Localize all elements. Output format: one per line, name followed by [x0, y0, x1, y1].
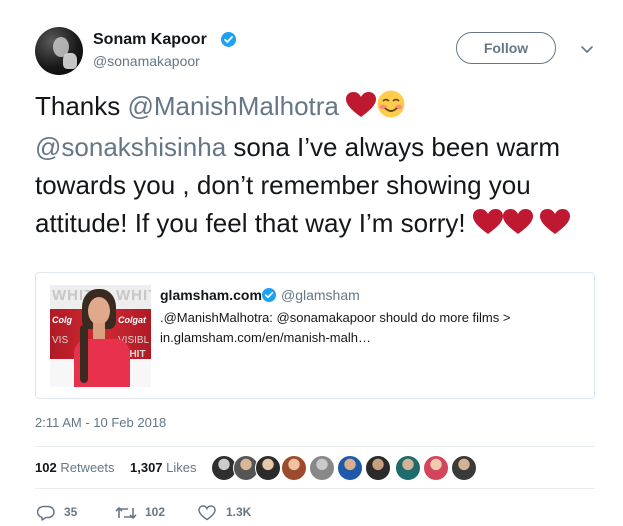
chevron-down-icon[interactable]: [580, 42, 594, 54]
liker-avatar[interactable]: [423, 455, 449, 481]
reply-icon[interactable]: [36, 505, 55, 521]
reply-count[interactable]: 35: [64, 505, 77, 519]
tweet-text: Thanks @ManishMalhotra @sonakshisinha so…: [35, 87, 595, 245]
divider: [35, 446, 595, 447]
tweet-text-thanks: Thanks: [35, 91, 128, 121]
card-display-name[interactable]: glamsham.com: [160, 287, 262, 303]
liker-avatars: [211, 455, 481, 481]
likes-count: 1,307: [130, 460, 163, 475]
liker-avatar[interactable]: [451, 455, 477, 481]
liker-avatar[interactable]: [255, 455, 281, 481]
liker-avatar[interactable]: [395, 455, 421, 481]
retweets-label: Retweets: [60, 460, 115, 475]
red-heart-emoji-icon: [540, 207, 571, 245]
retweets-count: 102: [35, 460, 57, 475]
retweets-stat[interactable]: 102 Retweets: [35, 460, 115, 475]
follow-button[interactable]: Follow: [456, 32, 556, 64]
like-count[interactable]: 1.3K: [226, 505, 251, 519]
card-thumbnail-image: WHITE WHITE Colg Colgat VIS VISIBL WHIT: [50, 285, 151, 387]
likes-label: Likes: [166, 460, 197, 475]
retweet-icon[interactable]: [115, 505, 137, 521]
red-heart-emoji-icon: [346, 90, 377, 128]
thumbnail-text: WHITE: [116, 287, 151, 304]
tweet-timestamp[interactable]: 2:11 AM - 10 Feb 2018: [35, 415, 166, 430]
liker-avatar[interactable]: [337, 455, 363, 481]
mention-link-manishmalhotra[interactable]: @ManishMalhotra: [128, 91, 339, 121]
liker-avatar[interactable]: [281, 455, 307, 481]
liker-avatar[interactable]: [309, 455, 335, 481]
user-handle[interactable]: @sonamakapoor: [93, 53, 200, 69]
display-name[interactable]: Sonam Kapoor: [93, 31, 207, 49]
like-icon[interactable]: [198, 505, 216, 521]
red-heart-emoji-icon: [502, 207, 533, 245]
smiling-face-emoji-icon: [376, 90, 406, 128]
verified-badge-icon: [262, 288, 276, 302]
profile-avatar[interactable]: [35, 27, 83, 75]
card-handle[interactable]: @glamsham: [281, 287, 360, 303]
thumbnail-text: Colgat: [118, 315, 146, 325]
avatar-hand: [63, 53, 77, 69]
divider: [35, 488, 595, 489]
verified-badge-icon: [221, 32, 236, 47]
retweet-count[interactable]: 102: [145, 505, 165, 519]
card-text: .@ManishMalhotra: @sonamakapoor should d…: [160, 310, 511, 345]
red-heart-emoji-icon: [472, 207, 503, 245]
mention-link-sonakshisinha[interactable]: @sonakshisinha: [35, 132, 226, 162]
liker-avatar[interactable]: [365, 455, 391, 481]
thumbnail-text: Colg: [52, 315, 72, 325]
thumbnail-text: VIS: [52, 335, 69, 346]
likes-stat[interactable]: 1,307 Likes: [130, 460, 197, 475]
